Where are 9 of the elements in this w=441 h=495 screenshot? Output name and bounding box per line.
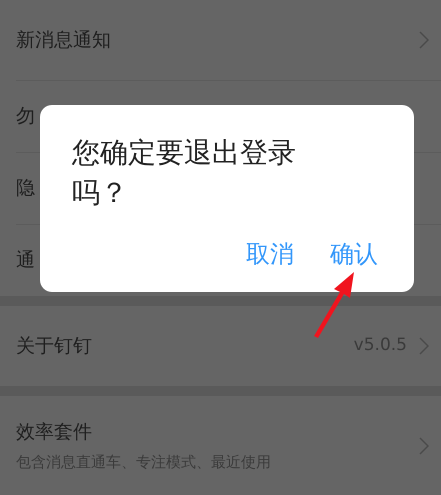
setting-label: 通	[16, 248, 35, 273]
setting-label: 隐	[16, 176, 35, 201]
setting-label: 关于钉钉	[16, 334, 92, 359]
setting-label: 勿	[16, 104, 35, 129]
dialog-button[interactable]: 确认	[330, 236, 378, 272]
dialog-button[interactable]: 取消	[246, 236, 294, 272]
setting-label: 效率套件	[16, 420, 92, 445]
dialog-message: 您确定要退出登录吗？	[72, 135, 297, 211]
setting-label: 新消息通知	[16, 28, 111, 53]
